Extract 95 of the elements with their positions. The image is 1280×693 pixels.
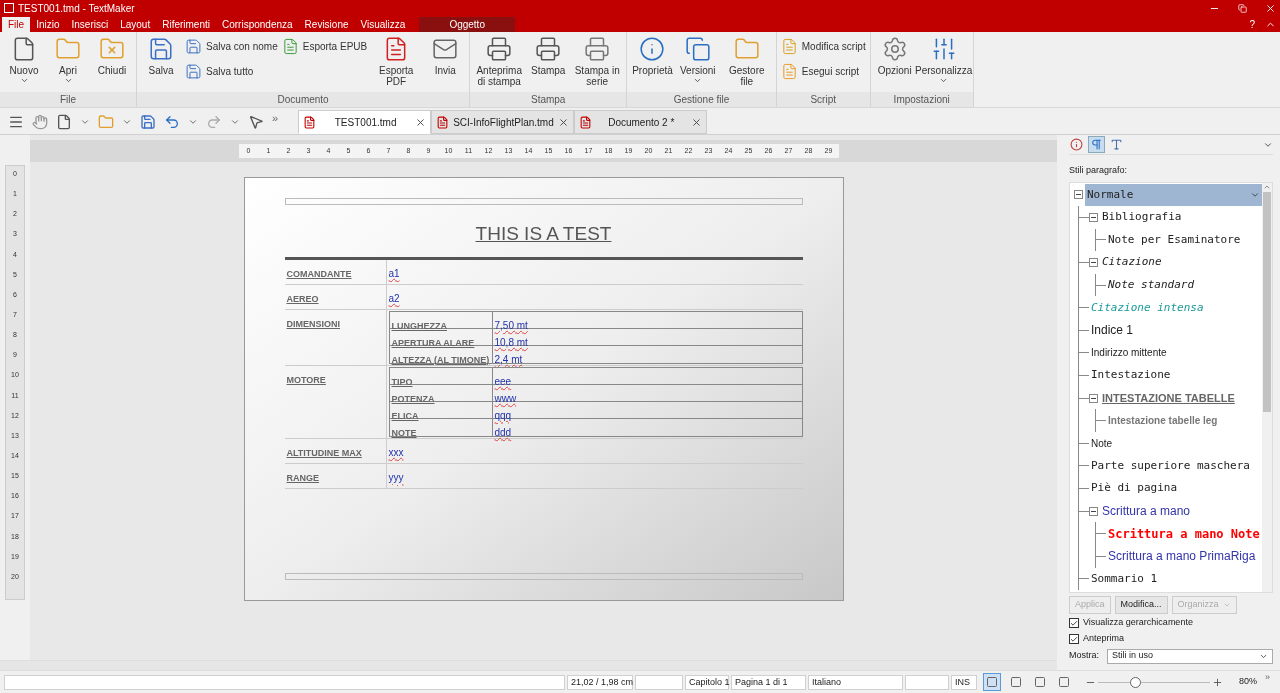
ribbon-button[interactable]: Esporta EPUB (281, 38, 368, 55)
document-tab[interactable]: SCI-InfoFlightPlan.tmd (431, 110, 574, 134)
style-item[interactable]: Note standard (1106, 276, 1197, 294)
document-tab[interactable]: TEST001.tmd (298, 110, 432, 134)
style-item[interactable]: Scrittura a mano Note (1106, 524, 1262, 543)
table-cell-value: ddd (494, 426, 512, 438)
ribbon-button[interactable]: Salva (141, 34, 181, 92)
table-cell-value: qqq (494, 409, 512, 421)
ribbon-button[interactable]: Gestore file (721, 34, 772, 92)
status-field: Pagina 1 di 1 (731, 674, 806, 690)
table-cell-label: ELICA (391, 410, 419, 421)
status-field: Capitolo 1 (685, 674, 729, 690)
style-item[interactable]: Parte superiore maschera (1089, 457, 1252, 475)
ribbon-button[interactable]: Invia (425, 34, 466, 92)
table-cell-label: NOTE (391, 427, 417, 438)
checkbox-label: Anteprima (1083, 632, 1125, 646)
style-item[interactable]: Scrittura a mano (1100, 502, 1193, 521)
ribbon-group-label: Impostazioni (870, 92, 973, 107)
status-field: 21,02 / 1,98 cm (567, 674, 633, 690)
status-field: Italiano (808, 674, 903, 690)
table-cell-value: www (494, 392, 517, 404)
help-button[interactable]: ? (1249, 17, 1255, 32)
table-cell-label: ALTITUDINE MAX (286, 447, 362, 458)
table-cell-value: a2 (388, 292, 400, 304)
table-cell-label: APERTURA ALARE (391, 337, 475, 348)
table-cell-label: ALTEZZA (AL TIMONE) (391, 354, 490, 365)
ribbon-tab[interactable]: File (2, 17, 31, 32)
table-cell-value: a1 (388, 267, 400, 279)
ribbon-button[interactable]: Opzioni (874, 34, 915, 92)
ribbon-button[interactable]: Versioni (677, 34, 718, 92)
style-item[interactable]: Note (1089, 435, 1115, 451)
status-field: INS (951, 674, 977, 690)
style-item[interactable]: Intestazione tabelle leg (1106, 413, 1220, 429)
table-cell-label: LUNGHEZZA (391, 320, 447, 331)
table-cell-label: DIMENSIONI (286, 318, 340, 329)
style-item[interactable]: Citazione (1100, 254, 1164, 271)
style-item[interactable]: Indice 1 (1089, 321, 1136, 340)
ribbon-group-label: Script (776, 92, 870, 107)
more-button[interactable]: » (272, 110, 279, 127)
ribbon-tab[interactable]: Oggetto (419, 17, 515, 32)
table-cell-label: RANGE (286, 472, 319, 483)
ribbon-button[interactable]: Modifica script (780, 38, 866, 55)
table-cell-value: 2,4 mt (494, 353, 523, 365)
zoom-reading: 80% (1239, 675, 1257, 689)
ribbon-button[interactable]: Chiudi (92, 34, 132, 92)
table-cell-value: yyy (388, 471, 404, 483)
ribbon-tab[interactable]: Corrispondenza (216, 17, 299, 32)
table-cell-value: 7,50 mt (494, 319, 528, 331)
table-cell-label: POTENZA (391, 393, 435, 404)
style-item[interactable]: Piè di pagina (1089, 480, 1180, 497)
ribbon-group-label: Gestione file (627, 92, 776, 107)
style-item[interactable]: Normale (1085, 183, 1262, 206)
ribbon-button[interactable]: Salva tutto (185, 63, 278, 80)
table-cell-label: TIPO (391, 376, 413, 387)
ribbon-group-label: Documento (137, 92, 470, 107)
ribbon-tab[interactable]: Visualizza (354, 17, 412, 32)
style-item[interactable]: Intestazione (1089, 367, 1173, 384)
ribbon-group-label: Stampa (470, 92, 627, 107)
style-item[interactable]: Scrittura a mano PrimaRiga (1106, 547, 1258, 566)
ribbon-group-label: File (0, 92, 136, 107)
panel-button[interactable]: Modifica... (1114, 595, 1168, 614)
ribbon-tab[interactable]: Riferimenti (156, 17, 216, 32)
ribbon-tab[interactable]: Layout (114, 17, 157, 32)
ribbon-tab[interactable]: Inserisci (65, 17, 115, 32)
ribbon-button[interactable]: Anteprima di stampa (474, 34, 525, 92)
show-dropdown[interactable]: Stili in uso (1107, 648, 1273, 664)
ribbon-button[interactable]: Proprietà (631, 34, 674, 92)
ribbon-button[interactable]: Apri (48, 34, 88, 92)
ribbon-button[interactable]: Stampa (528, 34, 569, 92)
style-item[interactable]: Indirizzo mittente (1089, 345, 1169, 361)
style-item[interactable]: Citazione intensa (1089, 299, 1206, 316)
window-title: TEST001.tmd - TextMaker (18, 1, 135, 16)
ribbon-tab[interactable]: Inizio (30, 17, 66, 32)
style-item[interactable]: Note per Esaminatore (1106, 231, 1243, 249)
style-item[interactable]: Bibliografia (1100, 209, 1184, 226)
ribbon-button[interactable]: Salva con nome (185, 38, 278, 55)
ribbon-tab[interactable]: Revisione (298, 17, 355, 32)
show-label: Mostra: (1069, 649, 1099, 663)
table-cell-value: eee (494, 375, 512, 387)
table-cell-label: MOTORE (286, 374, 326, 385)
table-cell-value: xxx (388, 446, 404, 458)
table-cell-value: 10,8 mt (494, 336, 528, 348)
table-cell-label: AEREO (286, 293, 319, 304)
style-item[interactable]: Sommario 1 (1089, 570, 1160, 588)
ribbon-button[interactable]: Stampa in serie (572, 34, 623, 92)
document-title: THIS IS A TEST (475, 222, 612, 246)
table-cell-label: COMANDANTE (286, 268, 352, 279)
checkbox-label: Visualizza gerarchicamente (1083, 616, 1193, 630)
panel-heading: Stili paragrafo: (1069, 164, 1129, 177)
ribbon-button[interactable]: Esporta PDF (371, 34, 422, 92)
document-tab[interactable]: Documento 2 * (573, 110, 707, 134)
more-button[interactable]: » (1265, 671, 1271, 685)
ribbon-button[interactable]: Esegui script (780, 63, 866, 80)
style-item[interactable]: INTESTAZIONE TABELLE (1100, 389, 1237, 407)
ribbon-button[interactable]: Nuovo (4, 34, 44, 92)
